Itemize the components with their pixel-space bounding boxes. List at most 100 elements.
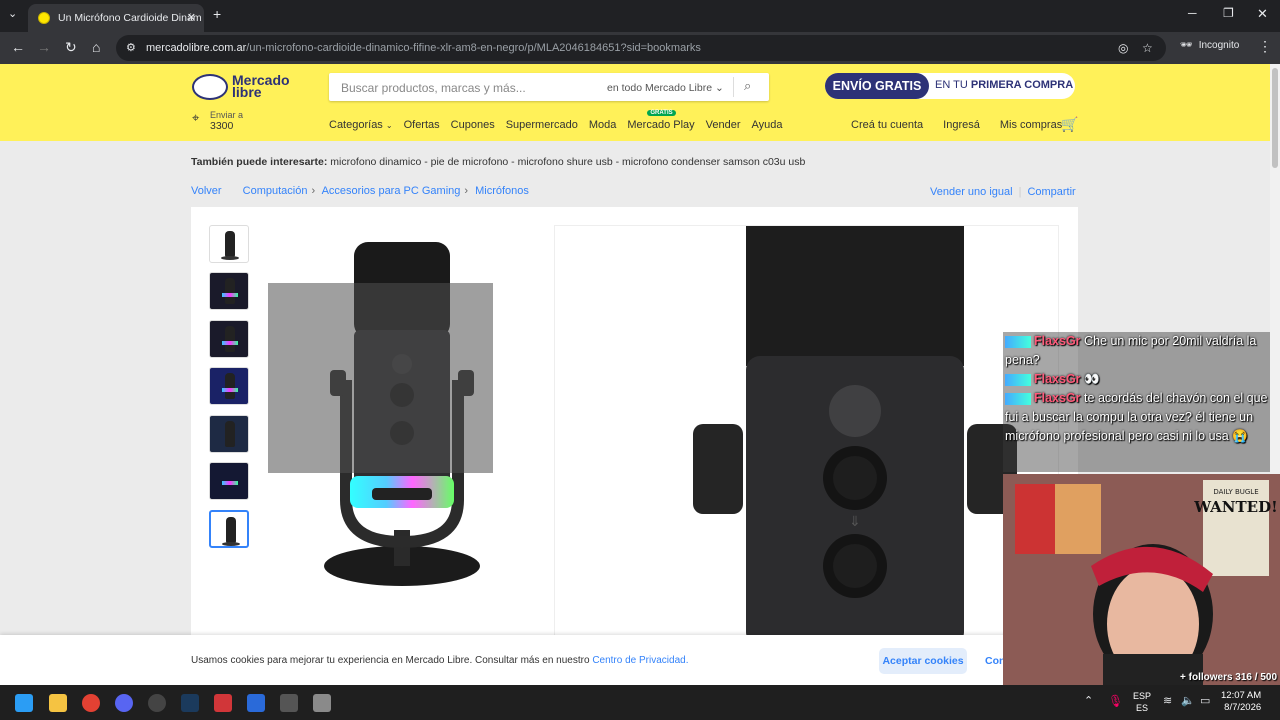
- related-searches: También puede interesarte: microfono din…: [191, 156, 805, 168]
- nav-item-ofertas[interactable]: Ofertas: [404, 119, 440, 131]
- minimize-icon[interactable]: ─: [1188, 6, 1197, 20]
- tray-chevron-up-icon[interactable]: ⌃: [1084, 694, 1093, 707]
- cart-icon[interactable]: 🛒: [1061, 116, 1078, 133]
- forward-icon[interactable]: →: [37, 39, 51, 55]
- browser-tab[interactable]: Un Micrófono Cardioide Dinám ✕: [28, 4, 204, 32]
- tab-search-icon[interactable]: ⌄: [8, 7, 17, 20]
- nav-item-ayuda[interactable]: Ayuda: [752, 119, 783, 131]
- zoom-lens[interactable]: [268, 283, 493, 473]
- product-thumbnail-selected[interactable]: [209, 510, 249, 548]
- product-thumbnail[interactable]: [209, 320, 249, 358]
- chat-message: FlaxsGr te acordás del chavón con el que…: [1005, 389, 1268, 446]
- zoomed-product-image: ⇓: [693, 226, 1017, 636]
- cookie-text: Usamos cookies para mejorar tu experienc…: [191, 655, 590, 666]
- sell-same-link[interactable]: Vender uno igual: [930, 186, 1013, 198]
- nav-item-mercado-play[interactable]: GRATIS Mercado Play: [627, 110, 695, 131]
- chat-username: FlaxsGr: [1034, 391, 1081, 405]
- new-tab-icon[interactable]: +: [213, 6, 221, 22]
- breadcrumb-item[interactable]: Accesorios para PC Gaming: [322, 185, 461, 197]
- product-thumbnail[interactable]: [209, 272, 249, 310]
- obs-icon[interactable]: [148, 694, 166, 712]
- cookie-message: Usamos cookies para mejorar tu experienc…: [191, 655, 688, 666]
- language-indicator[interactable]: ESP ES: [1133, 690, 1151, 714]
- close-window-icon[interactable]: ✕: [1257, 6, 1268, 22]
- search-input[interactable]: Buscar productos, marcas y más...: [341, 81, 526, 95]
- back-link[interactable]: Volver: [191, 185, 222, 197]
- user-nav: Creá tu cuenta Ingresá Mis compras: [851, 119, 1062, 131]
- product-thumbnail[interactable]: [209, 462, 249, 500]
- accept-cookies-button[interactable]: Aceptar cookies: [879, 648, 967, 674]
- main-nav: Categorías ⌄ Ofertas Cupones Supermercad…: [329, 110, 783, 131]
- mercadolibre-logo[interactable]: Mercado libre: [192, 72, 302, 102]
- chat-text: 👀: [1084, 372, 1100, 386]
- location-zip: 3300: [210, 120, 234, 132]
- menu-dots-icon[interactable]: ⋮: [1258, 38, 1272, 55]
- promo-text-1: EN TU: [935, 79, 968, 91]
- nav-label: Categorías: [329, 119, 383, 131]
- my-purchases-link[interactable]: Mis compras: [1000, 119, 1062, 131]
- maximize-icon[interactable]: ❐: [1223, 6, 1234, 20]
- app-icon[interactable]: [313, 694, 331, 712]
- discord-icon[interactable]: [115, 694, 133, 712]
- taskbar-clock[interactable]: 12:07 AM 8/7/2026: [1221, 690, 1261, 714]
- nav-item-moda[interactable]: Moda: [589, 119, 617, 131]
- browser-toolbar: ← → ↻ ⌂ ⚙ mercadolibre.com.ar/un-microfo…: [0, 32, 1280, 64]
- privacy-center-link[interactable]: Centro de Privacidad.: [592, 655, 688, 666]
- nav-item-cupones[interactable]: Cupones: [451, 119, 495, 131]
- chat-badge-icon: [1005, 373, 1031, 386]
- site-info-icon[interactable]: ⚙: [126, 35, 136, 61]
- reload-icon[interactable]: ↻: [65, 39, 77, 56]
- login-link[interactable]: Ingresá: [943, 119, 980, 131]
- url-path: /un-microfono-cardioide-dinamico-fifine-…: [246, 42, 701, 54]
- product-thumbnail[interactable]: [209, 367, 249, 405]
- chevron-right-icon: ›: [311, 185, 316, 197]
- chrome-icon[interactable]: [82, 694, 100, 712]
- eye-off-icon[interactable]: ◎: [1118, 35, 1128, 61]
- incognito-label: Incognito: [1198, 40, 1240, 51]
- file-explorer-icon[interactable]: [49, 694, 67, 712]
- product-thumbnail[interactable]: [209, 225, 249, 263]
- nav-item-supermercado[interactable]: Supermercado: [506, 119, 578, 131]
- ml-header: Mercado libre Buscar productos, marcas y …: [0, 64, 1270, 141]
- lang-code: ESP: [1133, 691, 1152, 701]
- stream-chat-overlay: FlaxsGr Che un mic por 20mil valdría la …: [1003, 332, 1270, 472]
- microphone-icon[interactable]: 🎙: [1108, 694, 1123, 708]
- valorant-icon[interactable]: [214, 694, 232, 712]
- address-bar[interactable]: ⚙ mercadolibre.com.ar/un-microfono-cardi…: [116, 35, 1166, 61]
- scrollbar-thumb[interactable]: [1272, 68, 1278, 168]
- incognito-indicator[interactable]: 🕶 Incognito: [1180, 40, 1239, 51]
- search-box[interactable]: Buscar productos, marcas y más... en tod…: [329, 73, 769, 101]
- search-divider: [733, 77, 734, 97]
- chat-badge-icon: [1005, 392, 1031, 405]
- app-icon[interactable]: [280, 694, 298, 712]
- back-icon[interactable]: ←: [11, 39, 25, 55]
- nav-item-categorias[interactable]: Categorías ⌄: [329, 119, 393, 131]
- breadcrumb: Volver Computación › Accesorios para PC G…: [191, 185, 529, 197]
- wifi-icon[interactable]: ≋: [1163, 694, 1172, 707]
- bookmark-star-icon[interactable]: ☆: [1142, 35, 1153, 61]
- nav-item-vender[interactable]: Vender: [706, 119, 741, 131]
- create-account-link[interactable]: Creá tu cuenta: [851, 119, 923, 131]
- related-items[interactable]: microfono dinamico - pie de microfono - …: [330, 156, 805, 168]
- volume-icon[interactable]: 🔈: [1181, 694, 1195, 707]
- chat-username: FlaxsGr: [1034, 334, 1081, 348]
- free-shipping-banner[interactable]: ENVÍO GRATIS EN TU PRIMERA COMPRA: [825, 73, 1075, 99]
- url-domain: mercadolibre.com.ar: [146, 42, 247, 54]
- close-tab-icon[interactable]: ✕: [187, 11, 196, 24]
- home-icon[interactable]: ⌂: [92, 39, 100, 55]
- share-link[interactable]: Compartir: [1027, 186, 1075, 198]
- windows-start-icon[interactable]: [15, 694, 33, 712]
- breadcrumb-item[interactable]: Micrófonos: [475, 185, 529, 197]
- followers-text: followers 316 / 500: [1188, 672, 1278, 683]
- product-thumbnail[interactable]: [209, 415, 249, 453]
- search-icon[interactable]: ⌕: [744, 78, 751, 94]
- battery-icon[interactable]: ▭: [1200, 694, 1210, 707]
- handshake-icon: [192, 74, 228, 100]
- search-scope-select[interactable]: en todo Mercado Libre ⌄: [607, 82, 724, 94]
- divider: |: [1018, 186, 1022, 198]
- browser-tab-bar: ⌄ Un Micrófono Cardioide Dinám ✕ + ─ ❐ ✕: [0, 0, 1280, 32]
- app-icon[interactable]: [247, 694, 265, 712]
- steam-icon[interactable]: [181, 694, 199, 712]
- tab-title: Un Micrófono Cardioide Dinám: [58, 12, 202, 24]
- breadcrumb-item[interactable]: Computación: [243, 185, 308, 197]
